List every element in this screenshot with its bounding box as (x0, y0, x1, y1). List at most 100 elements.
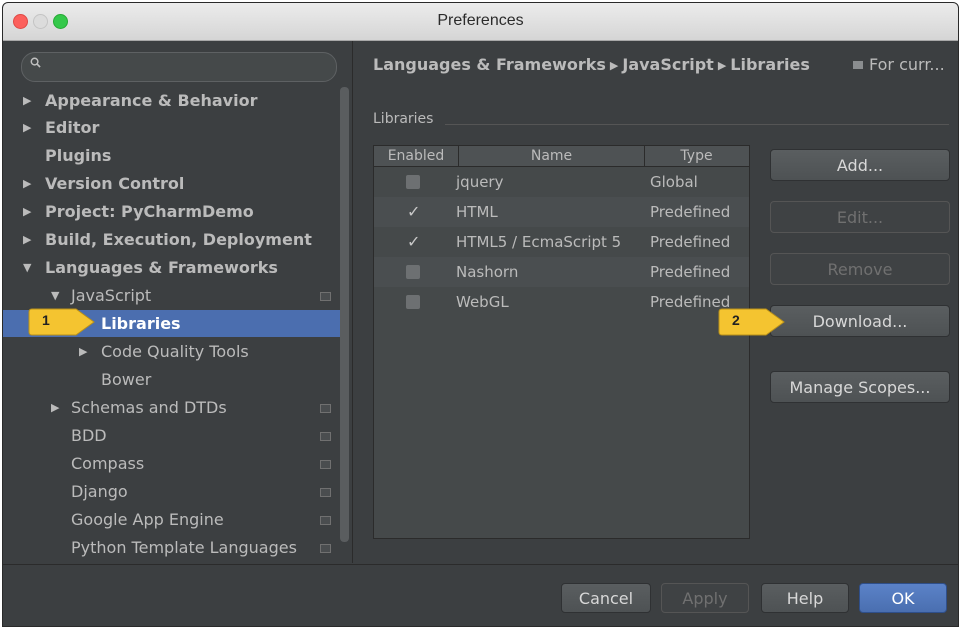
expand-arrow-icon[interactable]: ▶ (23, 170, 31, 197)
column-header-name[interactable]: Name (459, 146, 645, 166)
tree-item-label: Version Control (45, 174, 185, 193)
apply-button[interactable]: Apply (661, 583, 749, 613)
help-button[interactable]: Help (761, 583, 849, 613)
remove-button[interactable]: Remove (770, 253, 950, 285)
callout-number: 1 (42, 312, 50, 328)
expand-arrow-icon[interactable]: ▶ (23, 87, 31, 114)
manage-scopes-button[interactable]: Manage Scopes... (770, 371, 950, 403)
enabled-checkbox-checked[interactable]: ✓ (407, 227, 420, 257)
group-divider (445, 124, 949, 125)
table-row[interactable]: ✓ HTML Predefined (374, 197, 749, 227)
tree-item-label: Python Template Languages (71, 538, 297, 557)
tree-item-plugins[interactable]: Plugins (3, 142, 343, 169)
tree-item-label: Code Quality Tools (101, 342, 249, 361)
tree-item-label: Plugins (45, 146, 112, 165)
breadcrumb-item: Languages & Frameworks (373, 55, 606, 74)
project-level-icon (320, 516, 331, 525)
libraries-group-label: Libraries (373, 111, 434, 127)
expand-arrow-icon[interactable]: ▶ (79, 338, 87, 365)
enabled-checkbox-checked[interactable]: ✓ (407, 197, 420, 227)
tree-item-google-app-engine[interactable]: Google App Engine (3, 506, 343, 533)
tree-item-javascript[interactable]: ▼ JavaScript (3, 282, 343, 309)
project-level-icon (320, 404, 331, 413)
tree-item-label: Editor (45, 118, 100, 137)
library-name: HTML (456, 203, 498, 221)
settings-sidebar: ▶ Appearance & Behavior ▶ Editor Plugins… (3, 41, 351, 563)
search-input[interactable] (21, 52, 337, 82)
table-row[interactable]: Nashorn Predefined (374, 257, 749, 287)
enabled-checkbox[interactable] (406, 175, 420, 189)
tree-item-label: Build, Execution, Deployment (45, 230, 312, 249)
tree-item-project[interactable]: ▶ Project: PyCharmDemo (3, 198, 343, 225)
callout-number: 2 (732, 312, 740, 328)
tree-item-schemas-dtds[interactable]: ▶ Schemas and DTDs (3, 394, 343, 421)
breadcrumb-item: JavaScript (622, 55, 714, 74)
tree-item-version-control[interactable]: ▶ Version Control (3, 170, 343, 197)
project-level-icon (320, 292, 331, 301)
search-icon (30, 57, 41, 68)
table-row[interactable]: jquery Global (374, 167, 749, 197)
expand-arrow-icon[interactable]: ▶ (23, 198, 31, 225)
collapse-arrow-icon[interactable]: ▼ (51, 282, 59, 309)
library-type: Predefined (650, 263, 731, 281)
tree-item-bdd[interactable]: BDD (3, 422, 343, 449)
enabled-checkbox[interactable] (406, 295, 420, 309)
expand-arrow-icon[interactable]: ▶ (23, 114, 31, 141)
tree-item-bower[interactable]: Bower (3, 366, 343, 393)
breadcrumb-separator-icon: ▶ (717, 59, 727, 72)
library-type: Global (650, 173, 698, 191)
tree-item-label: Libraries (101, 314, 181, 333)
cancel-button[interactable]: Cancel (561, 583, 651, 613)
window-title: Preferences (437, 12, 524, 29)
library-name: WebGL (456, 293, 509, 311)
scope-note: For curr... (853, 55, 945, 74)
callout-1: 1 (26, 307, 98, 337)
library-name: Nashorn (456, 263, 519, 281)
preferences-window: Preferences ▶ Appearance & Behavior ▶ Ed… (2, 2, 959, 627)
add-button[interactable]: Add... (770, 149, 950, 181)
column-header-type[interactable]: Type (645, 146, 748, 166)
collapse-arrow-icon[interactable]: ▼ (23, 254, 31, 281)
edit-button[interactable]: Edit... (770, 201, 950, 233)
tree-item-label: Django (71, 482, 128, 501)
ok-button[interactable]: OK (859, 583, 947, 613)
expand-arrow-icon[interactable]: ▶ (51, 394, 59, 421)
tree-item-languages-frameworks[interactable]: ▼ Languages & Frameworks (3, 254, 343, 281)
scope-note-text: For curr... (869, 55, 945, 74)
tree-item-label: Compass (71, 454, 145, 473)
tree-item-label: Appearance & Behavior (45, 91, 258, 110)
callout-shape-icon (28, 308, 95, 336)
tree-item-build-execution-deployment[interactable]: ▶ Build, Execution, Deployment (3, 226, 343, 253)
tree-item-compass[interactable]: Compass (3, 450, 343, 477)
tree-item-python-template-languages[interactable]: Python Template Languages (3, 534, 343, 561)
download-button[interactable]: Download... (770, 305, 950, 337)
breadcrumb-separator-icon: ▶ (609, 59, 619, 72)
table-row[interactable]: WebGL Predefined (374, 287, 749, 317)
tree-item-label: Languages & Frameworks (45, 258, 278, 277)
tree-item-label: Google App Engine (71, 510, 224, 529)
column-header-enabled[interactable]: Enabled (374, 146, 459, 166)
library-type: Predefined (650, 203, 731, 221)
sidebar-scrollbar[interactable] (340, 87, 349, 542)
tree-item-code-quality-tools[interactable]: ▶ Code Quality Tools (3, 338, 343, 365)
project-level-icon (853, 61, 863, 69)
project-level-icon (320, 460, 331, 469)
tree-item-django[interactable]: Django (3, 478, 343, 505)
tree-item-label: JavaScript (71, 286, 152, 305)
table-row[interactable]: ✓ HTML5 / EcmaScript 5 Predefined (374, 227, 749, 257)
libraries-panel: Languages & Frameworks ▶ JavaScript ▶ Librar… (352, 41, 958, 563)
library-name: jquery (456, 173, 504, 191)
expand-arrow-icon[interactable]: ▶ (23, 226, 31, 253)
enabled-checkbox[interactable] (406, 265, 420, 279)
breadcrumb: Languages & Frameworks ▶ JavaScript ▶ Librar… (373, 55, 810, 74)
tree-item-appearance-behavior[interactable]: ▶ Appearance & Behavior (3, 87, 343, 114)
library-name: HTML5 / EcmaScript 5 (456, 233, 622, 251)
tree-item-label: BDD (71, 426, 107, 445)
project-level-icon (320, 488, 331, 497)
libraries-table[interactable]: Enabled Name Type jquery Global ✓ HTML P… (373, 145, 750, 539)
project-level-icon (320, 544, 331, 553)
tree-item-label: Project: PyCharmDemo (45, 202, 254, 221)
project-level-icon (320, 432, 331, 441)
tree-item-label: Bower (101, 370, 152, 389)
tree-item-editor[interactable]: ▶ Editor (3, 114, 343, 141)
